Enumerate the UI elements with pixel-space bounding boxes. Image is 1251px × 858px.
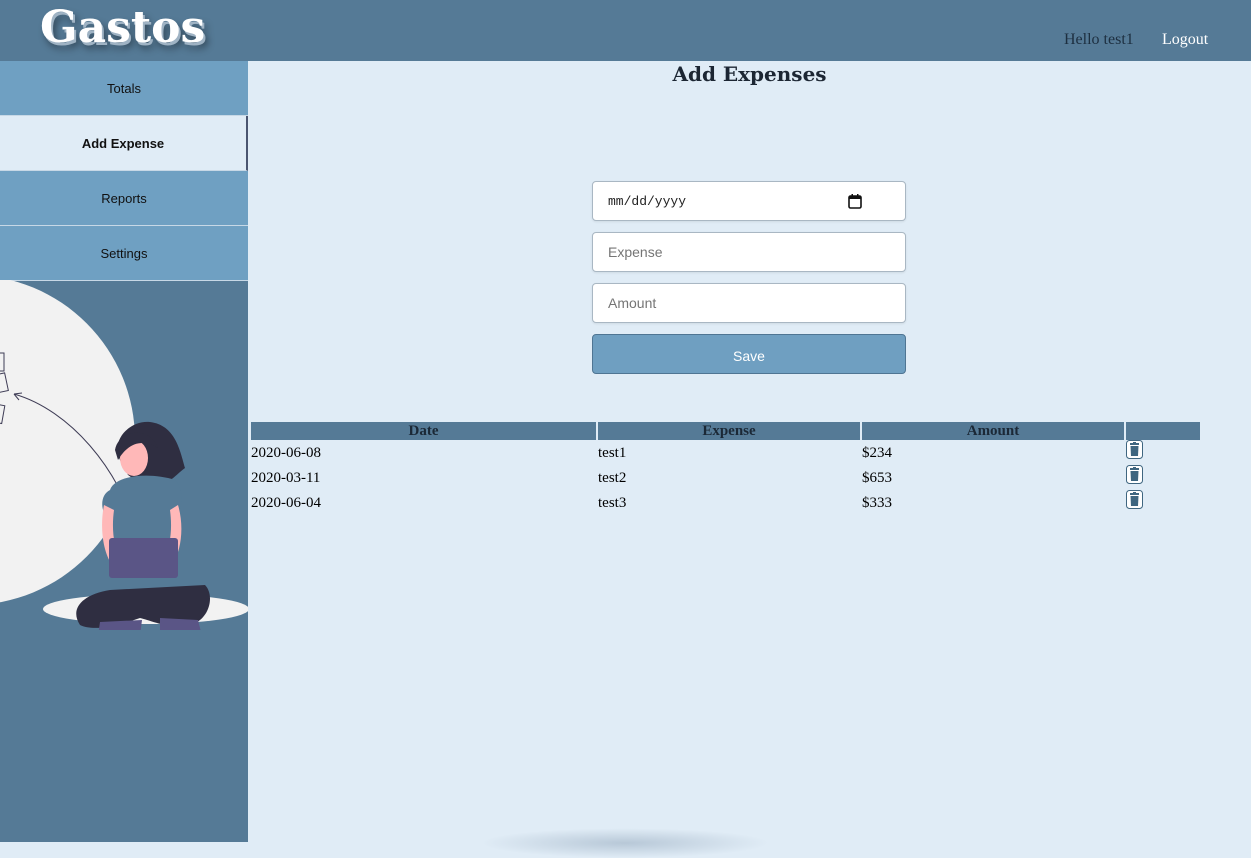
- amount-input[interactable]: Amount: [592, 283, 906, 323]
- trash-icon[interactable]: [1126, 465, 1143, 484]
- cell-amount: $333: [862, 494, 892, 511]
- save-button[interactable]: Save: [592, 334, 906, 374]
- trash-icon[interactable]: [1126, 490, 1143, 509]
- column-header-actions: [1126, 422, 1200, 440]
- sidebar-item-label: Settings: [100, 245, 148, 261]
- table-row: 2020-06-04 test3 $333: [251, 490, 1200, 515]
- trash-icon[interactable]: [1126, 440, 1143, 459]
- bottom-shadow: [480, 828, 770, 858]
- cell-date: 2020-06-08: [251, 444, 321, 461]
- expense-placeholder: Expense: [608, 244, 663, 260]
- cell-expense: test1: [598, 444, 627, 461]
- logout-link[interactable]: Logout: [1162, 31, 1208, 49]
- table-row: 2020-03-11 test2 $653: [251, 465, 1200, 490]
- sidebar-item-label: Totals: [107, 80, 141, 96]
- sidebar-item-settings[interactable]: Settings: [0, 226, 248, 281]
- amount-placeholder: Amount: [608, 295, 657, 311]
- sidebar: Totals Add Expense Reports Settings: [0, 61, 248, 842]
- sidebar-item-reports[interactable]: Reports: [0, 171, 248, 226]
- calendar-icon[interactable]: [848, 194, 862, 209]
- cell-date: 2020-03-11: [251, 469, 321, 486]
- cell-actions: [1126, 465, 1200, 490]
- sidebar-item-label: Add Expense: [81, 135, 165, 151]
- column-header-amount: Amount: [862, 422, 1124, 440]
- date-input[interactable]: mm/dd/yyyy: [592, 181, 906, 221]
- column-header-expense: Expense: [598, 422, 860, 440]
- date-placeholder: mm/dd/yyyy: [608, 194, 687, 209]
- cell-amount: $234: [862, 444, 892, 461]
- expenses-table: Date Expense Amount 2020-06-08 test1 $23…: [249, 422, 1202, 515]
- cell-amount: $653: [862, 469, 892, 486]
- user-greeting: Hello test1: [1064, 31, 1134, 48]
- top-bar: Gastos Hello test1 Logout: [0, 0, 1251, 61]
- column-header-date: Date: [251, 422, 596, 440]
- cell-expense: test2: [598, 469, 627, 486]
- cell-actions: [1126, 440, 1200, 465]
- sidebar-item-add-expense[interactable]: Add Expense: [0, 116, 248, 171]
- sidebar-item-label: Reports: [101, 190, 147, 206]
- table-row: 2020-06-08 test1 $234: [251, 440, 1200, 465]
- sidebar-item-totals[interactable]: Totals: [0, 61, 248, 116]
- table-header-row: Date Expense Amount: [251, 422, 1200, 440]
- cell-actions: [1126, 490, 1200, 515]
- expense-input[interactable]: Expense: [592, 232, 906, 272]
- woman-with-laptop-illustration: [0, 280, 248, 630]
- cell-date: 2020-06-04: [251, 494, 321, 511]
- page-title: Add Expenses: [672, 62, 827, 86]
- brand-logo: Gastos: [40, 2, 206, 53]
- cell-expense: test3: [598, 494, 627, 511]
